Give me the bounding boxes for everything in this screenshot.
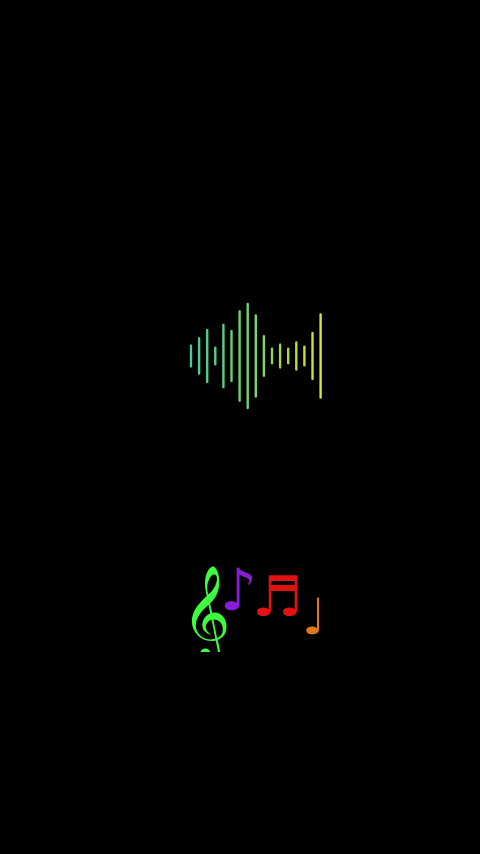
audio-waveform-icon: [189, 302, 322, 410]
splash-screen: 𝄞 ♪ ♬ ♩: [0, 0, 480, 854]
quarter-note-icon: ♩: [302, 588, 326, 646]
beamed-sixteenth-notes-icon: ♬: [252, 565, 302, 630]
music-notes-icon: 𝄞 ♪ ♬ ♩: [182, 556, 326, 652]
